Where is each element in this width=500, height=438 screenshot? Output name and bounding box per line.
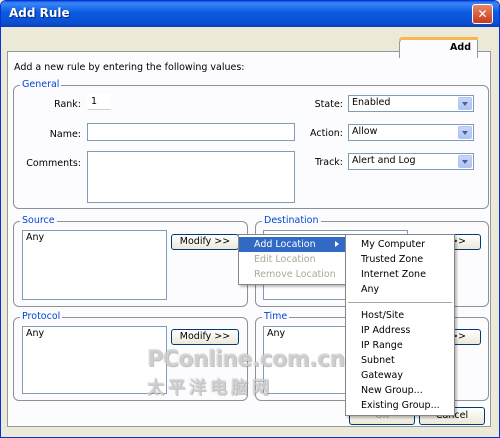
name-field[interactable] (87, 123, 295, 141)
rank-field[interactable]: 1 (87, 94, 111, 110)
chevron-right-icon (335, 241, 339, 247)
add-rule-dialog: Add Rule ✕ Add Add a new rule by enterin… (0, 0, 500, 438)
track-label: Track: (314, 157, 343, 168)
action-label: Action: (310, 128, 343, 139)
submenu-item[interactable]: Host/Site (346, 308, 454, 323)
chevron-down-icon[interactable] (458, 155, 472, 168)
intro-text: Add a new rule by entering the following… (14, 62, 245, 73)
time-legend: Time (262, 311, 290, 323)
title-bar[interactable]: Add Rule ✕ (1, 1, 499, 27)
submenu-item[interactable]: My Computer (346, 237, 454, 252)
source-list[interactable]: Any (22, 230, 167, 300)
submenu-item[interactable]: Subnet (346, 353, 454, 368)
add-location-submenu: My Computer Trusted Zone Internet Zone A… (345, 234, 455, 416)
list-item[interactable]: Any (267, 328, 285, 339)
destination-legend: Destination (262, 215, 321, 227)
window-title: Add Rule (9, 6, 70, 20)
menu-separator (348, 302, 452, 303)
menu-item-edit-location: Edit Location (254, 254, 316, 265)
submenu-item[interactable]: Any (346, 282, 454, 297)
submenu-item[interactable]: Internet Zone (346, 267, 454, 282)
menu-item-label: Add Location (254, 239, 316, 250)
state-select[interactable]: Enabled (348, 95, 474, 112)
submenu-item[interactable]: IP Range (346, 338, 454, 353)
close-button[interactable]: ✕ (472, 4, 493, 24)
submenu-item[interactable]: Gateway (346, 368, 454, 383)
chevron-down-icon[interactable] (458, 97, 472, 110)
rank-label: Rank: (54, 99, 81, 110)
source-modify-button[interactable]: Modify >> (171, 234, 239, 250)
menu-item-add-location[interactable]: Add Location (239, 237, 345, 252)
state-value: Enabled (352, 97, 391, 108)
track-select[interactable]: Alert and Log (348, 153, 474, 170)
location-context-menu: Add Location Edit Location Remove Locati… (238, 234, 346, 285)
name-label: Name: (49, 129, 81, 140)
protocol-modify-button[interactable]: Modify >> (171, 329, 239, 345)
protocol-legend: Protocol (20, 311, 63, 323)
chevron-down-icon[interactable] (458, 126, 472, 139)
action-value: Allow (352, 126, 378, 137)
action-select[interactable]: Allow (348, 124, 474, 141)
comments-field[interactable] (87, 151, 295, 203)
tab-add[interactable]: Add (399, 37, 478, 58)
submenu-item[interactable]: Existing Group... (346, 398, 454, 413)
submenu-item[interactable]: IP Address (346, 323, 454, 338)
general-legend: General (20, 79, 62, 91)
state-label: State: (314, 99, 343, 110)
tab-active-indicator (399, 37, 478, 40)
submenu-item[interactable]: Trusted Zone (346, 252, 454, 267)
source-legend: Source (20, 215, 57, 227)
track-value: Alert and Log (352, 155, 416, 166)
list-item[interactable]: Any (26, 232, 44, 243)
protocol-list[interactable]: Any (22, 326, 167, 394)
menu-item-remove-location: Remove Location (254, 269, 336, 280)
comments-label: Comments: (26, 158, 81, 169)
list-item[interactable]: Any (26, 328, 44, 339)
submenu-item[interactable]: New Group... (346, 383, 454, 398)
